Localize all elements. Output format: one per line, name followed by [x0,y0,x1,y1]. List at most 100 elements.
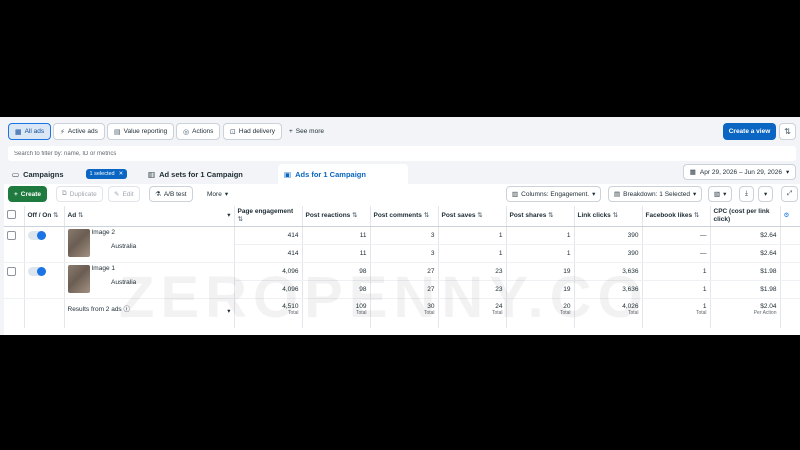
level-tabs: ▭ Campaigns 1 selected ✕ ▥ Ad sets for 1… [0,164,800,186]
ad-icon: ▣ [284,169,292,179]
columns-icon: ▥ [512,191,519,198]
create-button[interactable]: + Create [8,186,48,202]
cell-facebook-likes: 1 [642,280,711,299]
tab-ads[interactable]: ▣ Ads for 1 Campaign [278,164,408,184]
filter-value-reporting-label: Value reporting [123,128,168,135]
table-row[interactable]: Image 2 Australia 414 11 3 1 1 390 — $2.… [4,226,800,263]
totals-label: Results from 2 ads [67,305,122,313]
gear-icon[interactable]: ⚙ [784,212,790,219]
cell-post-shares: 1 [506,244,575,263]
filter-had-delivery-button[interactable]: ⊡ Had delivery [223,123,283,140]
toggle-knob [36,266,46,276]
cell-post-saves: 23 [438,280,507,299]
duplicate-label: Duplicate [69,190,97,198]
filter-all-ads-button[interactable]: ▦ All ads [8,123,52,140]
cell-post-reactions: 98 [302,280,371,299]
calendar-icon: ▦ [689,169,696,176]
total-value: 4,026 [622,302,639,310]
ad-status-toggle[interactable] [27,266,46,276]
header-link-clicks[interactable]: Link clicks ⇅ [574,206,643,227]
breakdown-dropdown[interactable]: ▤ Breakdown: 1 Selected ▾ [608,186,703,202]
date-range-picker[interactable]: ▦ Apr 29, 2026 – Jun 29, 2026 ▾ [683,164,796,180]
sort-icon: ⇅ [693,211,700,219]
top-letterbox [0,0,800,117]
tab-ad-sets[interactable]: ▥ Ad sets for 1 Campaign [142,164,274,184]
row-checkbox[interactable] [7,230,16,240]
chevron-down-icon: ▾ [785,169,790,176]
more-button[interactable]: More ▾ [202,186,234,202]
header-post-saves[interactable]: Post saves ⇅ [438,206,507,227]
row-checkbox[interactable] [7,266,16,276]
breakdown-icon: ▤ [614,191,621,198]
ad-status-toggle[interactable] [27,230,46,240]
total-sublabel: Total [695,309,707,316]
filter-actions-button[interactable]: ◎ Actions [176,123,221,140]
filter-active-ads-button[interactable]: ⚡ Active ads [53,123,105,140]
search-input[interactable] [14,150,796,157]
cell-post-reactions: 11 [302,226,371,245]
header-cpc[interactable]: CPC (cost per link click) [710,206,781,227]
header-post-shares[interactable]: Post shares ⇅ [506,206,575,227]
create-view-button[interactable]: Create a view [723,123,776,140]
ad-name-cell[interactable]: Image 1 Australia [64,262,235,299]
ad-name-cell[interactable]: Image 2 Australia [64,226,235,263]
duplicate-icon: ⧉ [62,190,67,197]
header-ad[interactable]: Ad ⇅ ▾ [64,206,235,227]
header-post-comments[interactable]: Post comments ⇅ [370,206,439,227]
cell-cpc: $2.64 [710,244,781,263]
cell-cpc: $1.98 [710,262,781,281]
total-value: 30 [427,302,435,310]
expand-button[interactable]: ⤢ [781,186,799,202]
flask-icon: ⚗ [155,191,161,198]
edit-label: Edit [122,190,134,198]
total-link-clicks: 4,026 Total [574,298,643,328]
toggle-knob [36,230,46,240]
total-sublabel: Total [559,309,571,316]
duplicate-button[interactable]: ⧉ Duplicate [56,186,103,202]
export-options-button[interactable]: ▾ [758,186,774,202]
ad-name[interactable]: Image 1 [92,265,116,272]
table-row[interactable]: Image 1 Australia 4,096 98 27 23 19 3,63… [4,262,800,299]
ad-name[interactable]: Image 2 [92,229,116,236]
bottom-letterbox [0,335,800,450]
sort-icon: ⇅ [423,211,430,219]
tab-campaigns[interactable]: ▭ Campaigns 1 selected ✕ [6,164,136,184]
chevron-down-icon: ▾ [592,191,596,198]
header-settings[interactable]: ⚙ [780,206,800,227]
total-sublabel: Per Action [753,309,777,316]
cell-spacer [780,262,800,281]
chevron-down-icon: ▾ [723,191,727,198]
plus-icon: + [289,128,293,135]
filter-value-reporting-button[interactable]: ▤ Value reporting [107,123,175,140]
edit-button[interactable]: ✎ Edit [108,186,140,202]
header-page-engagement-label: Page engagement [237,207,294,215]
sort-icon: ⇅ [352,211,358,219]
row-toggle-cell [24,262,65,299]
folder-icon: ▭ [12,169,20,179]
header-page-engagement[interactable]: Page engagement ⇅ [234,206,303,227]
reports-dropdown[interactable]: ▧ ▾ [708,186,733,202]
header-facebook-likes[interactable]: Facebook likes ⇅ [642,206,711,227]
select-all-checkbox[interactable] [7,209,16,219]
close-icon[interactable]: ✕ [119,171,124,177]
export-button[interactable]: ⤓ [739,186,754,202]
info-icon[interactable]: ⓘ [124,306,131,313]
caret-icon[interactable]: ▾ [227,307,230,315]
header-off-on[interactable]: Off / On ⇅ [24,206,65,227]
selected-badge[interactable]: 1 selected ✕ [85,169,128,179]
header-post-reactions[interactable]: Post reactions ⇅ [302,206,371,227]
columns-dropdown[interactable]: ▥ Columns: Engagement. ▾ [506,186,602,202]
see-more-button[interactable]: + See more [289,123,324,140]
total-value: 109 [355,302,367,310]
pencil-icon: ✎ [114,191,120,198]
row-select-cell [4,226,25,263]
sliders-icon[interactable]: ⇅ [779,123,796,140]
ab-test-button[interactable]: ⚗ A/B test [149,186,193,202]
cell-post-comments: 27 [370,280,439,299]
cell-spacer [780,280,800,299]
ad-thumbnail [67,264,90,293]
total-cpc: $2.04 Per Action [710,298,781,328]
select-all-cell [4,206,25,227]
columns-label: Columns: Engagement. [521,190,590,198]
table-header-row: Off / On ⇅ Ad ⇅ ▾ Page engagement ⇅ Post … [4,206,800,227]
